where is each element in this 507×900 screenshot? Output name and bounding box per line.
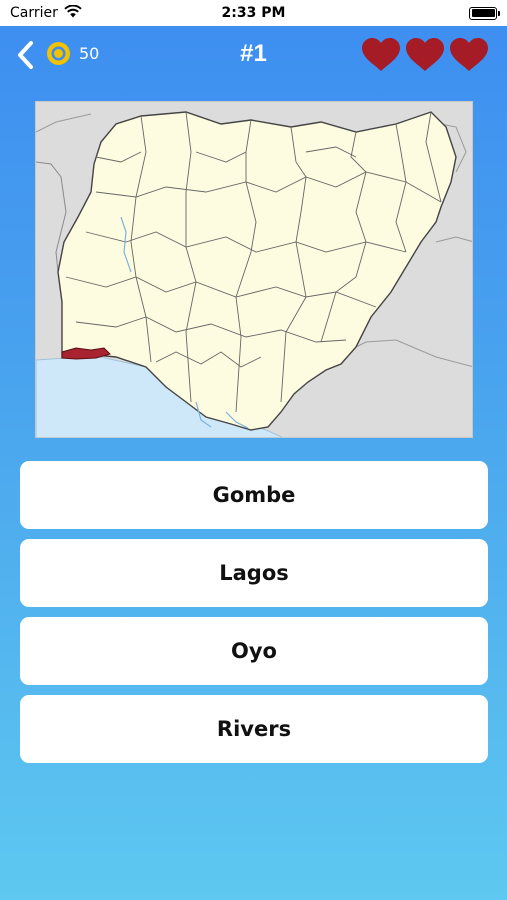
heart-icon [450, 38, 488, 71]
answer-button-2[interactable]: Lagos [20, 539, 488, 607]
wifi-icon [64, 4, 82, 22]
top-bar: 50 #1 [0, 26, 507, 84]
answer-button-3[interactable]: Oyo [20, 617, 488, 685]
heart-icon [362, 38, 400, 71]
map-image [35, 101, 473, 438]
battery-icon [469, 6, 500, 20]
carrier-label: Carrier [10, 5, 58, 21]
answer-button-4[interactable]: Rivers [20, 695, 488, 763]
answer-button-1[interactable]: Gombe [20, 461, 488, 529]
status-left: Carrier [10, 4, 82, 22]
status-bar: Carrier 2:33 PM [0, 0, 507, 26]
lives [361, 38, 489, 72]
heart-icon [406, 38, 444, 71]
